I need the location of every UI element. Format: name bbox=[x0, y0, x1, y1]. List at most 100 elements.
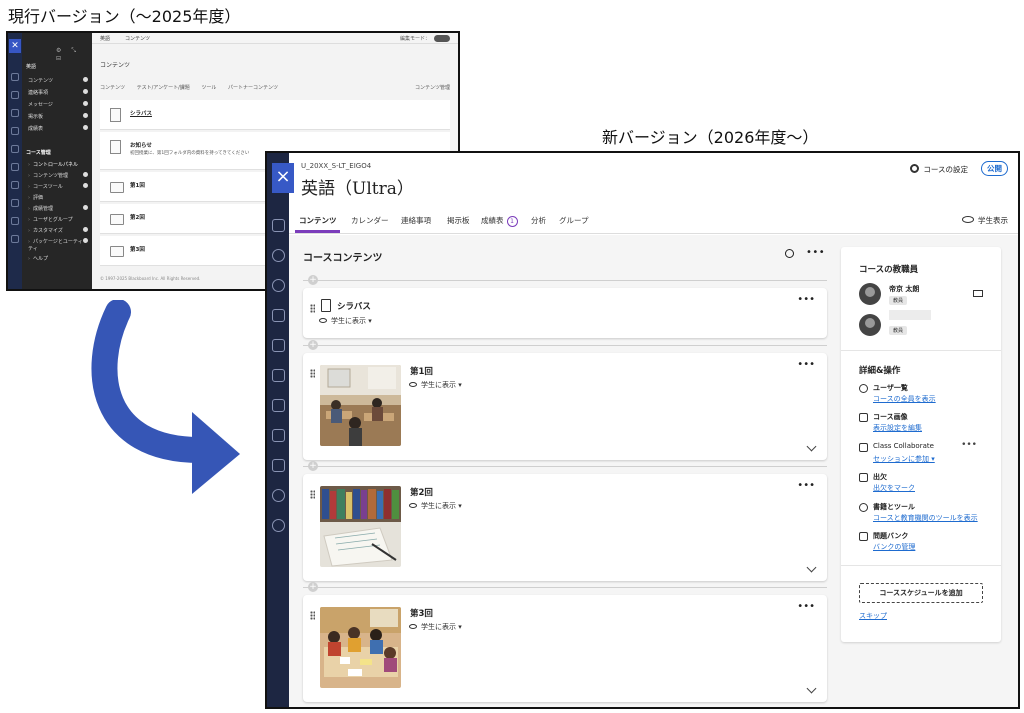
tab-discussions[interactable]: 掲示板 bbox=[447, 215, 470, 226]
content-item-week1[interactable]: 第1回 学生に表示 ▾ ••• bbox=[303, 353, 827, 460]
add-course-schedule-button[interactable]: コーススケジュールを追加 bbox=[859, 583, 983, 603]
drag-handle-icon[interactable] bbox=[310, 369, 315, 378]
old-admin-item[interactable]: › ヘルプ bbox=[28, 255, 90, 262]
tab-analytics[interactable]: 分析 bbox=[531, 215, 546, 226]
add-content-divider[interactable]: + bbox=[303, 582, 827, 592]
old-menu-item[interactable]: メッセージ bbox=[28, 101, 90, 108]
logout-icon[interactable] bbox=[11, 235, 19, 243]
avatar[interactable] bbox=[859, 283, 881, 305]
visibility-dropdown[interactable]: 学生に表示 ▾ bbox=[409, 622, 462, 632]
logout-icon[interactable] bbox=[272, 519, 285, 532]
add-content-divider[interactable]: + bbox=[303, 275, 827, 285]
groups-icon[interactable] bbox=[272, 339, 285, 352]
visibility-dropdown[interactable]: 学生に表示 ▾ bbox=[319, 316, 372, 326]
old-breadcrumb-course[interactable]: 英語 bbox=[100, 35, 110, 42]
chevron-down-icon[interactable] bbox=[806, 683, 817, 694]
globe-icon[interactable] bbox=[11, 109, 19, 117]
old-edit-mode-toggle[interactable] bbox=[434, 35, 450, 42]
tab-calendar[interactable]: カレンダー bbox=[351, 215, 389, 226]
profile-icon[interactable] bbox=[11, 91, 19, 99]
old-admin-item[interactable]: › 成績管理 bbox=[28, 205, 90, 212]
more-options-icon[interactable]: ••• bbox=[797, 359, 815, 370]
courses-icon[interactable] bbox=[11, 127, 19, 135]
plus-icon[interactable]: + bbox=[308, 340, 318, 350]
old-admin-item[interactable]: › パッケージとユーティリティ bbox=[28, 238, 90, 252]
more-options-icon[interactable]: ••• bbox=[797, 480, 815, 491]
groups-icon[interactable] bbox=[11, 145, 19, 153]
old-admin-item[interactable]: › コンテンツ管理 bbox=[28, 172, 90, 179]
content-item-title[interactable]: 第2回 bbox=[410, 486, 433, 498]
course-settings-button[interactable]: コースの設定 bbox=[910, 164, 968, 175]
plus-icon[interactable]: + bbox=[308, 582, 318, 592]
search-icon[interactable] bbox=[785, 249, 794, 258]
mail-icon[interactable] bbox=[11, 181, 19, 189]
old-content-row[interactable]: シラバス bbox=[100, 100, 450, 130]
content-item-title[interactable]: 第1回 bbox=[410, 365, 433, 377]
institution-icon[interactable] bbox=[272, 219, 285, 232]
globe-icon[interactable] bbox=[272, 279, 285, 292]
old-action-manage[interactable]: コンテンツ管理 bbox=[415, 84, 450, 91]
old-action-content[interactable]: コンテンツ bbox=[100, 85, 125, 91]
content-item-title[interactable]: 第3回 bbox=[410, 607, 433, 619]
plus-icon[interactable]: + bbox=[308, 275, 318, 285]
faculty-name[interactable]: 帝京 太朗 bbox=[889, 284, 919, 294]
tab-groups[interactable]: グループ bbox=[559, 215, 589, 226]
content-item-syllabus[interactable]: シラバス 学生に表示 ▾ ••• bbox=[303, 288, 827, 338]
grades-icon[interactable] bbox=[11, 199, 19, 207]
old-admin-item[interactable]: › コントロールパネル bbox=[28, 161, 90, 168]
visibility-dropdown[interactable]: 学生に表示 ▾ bbox=[409, 501, 462, 511]
chevron-down-icon[interactable] bbox=[806, 441, 817, 452]
content-item-week2[interactable]: 第2回 学生に表示 ▾ ••• bbox=[303, 474, 827, 581]
old-breadcrumb-content[interactable]: コンテンツ bbox=[125, 35, 150, 42]
courses-icon[interactable] bbox=[272, 309, 285, 322]
add-content-divider[interactable]: + bbox=[303, 461, 827, 471]
old-menu-item[interactable]: 掲示板 bbox=[28, 113, 90, 120]
more-options-icon[interactable]: ••• bbox=[797, 601, 815, 612]
view-tools-link[interactable]: コースと教育機関のツールを表示 bbox=[873, 513, 978, 523]
close-icon[interactable]: ✕ bbox=[9, 39, 21, 53]
tools-icon[interactable] bbox=[272, 459, 285, 472]
tab-gradebook[interactable]: 成績表 1 bbox=[481, 215, 518, 227]
drag-handle-icon[interactable] bbox=[310, 490, 315, 499]
chevron-down-icon[interactable] bbox=[806, 562, 817, 573]
old-action-tools[interactable]: ツール bbox=[201, 85, 216, 91]
old-admin-item[interactable]: › 評価 bbox=[28, 194, 90, 201]
tab-content[interactable]: コンテンツ bbox=[299, 215, 337, 226]
student-view-button[interactable]: 学生表示 bbox=[962, 215, 1008, 226]
user-icon[interactable] bbox=[272, 489, 285, 502]
old-admin-item[interactable]: › カスタマイズ bbox=[28, 227, 90, 234]
old-menu-section-title[interactable]: 英語 bbox=[26, 63, 36, 70]
mail-icon[interactable] bbox=[973, 290, 983, 297]
visibility-dropdown[interactable]: 学生に表示 ▾ bbox=[409, 380, 462, 390]
calendar-icon[interactable] bbox=[272, 369, 285, 382]
more-options-icon[interactable]: ••• bbox=[961, 440, 977, 450]
manage-banks-link[interactable]: バンクの管理 bbox=[873, 542, 915, 552]
profile-icon[interactable] bbox=[272, 249, 285, 262]
join-session-link[interactable]: セッションに参加 ▾ bbox=[873, 454, 935, 464]
drag-handle-icon[interactable] bbox=[310, 304, 315, 313]
old-action-partner[interactable]: パートナーコンテンツ bbox=[228, 85, 278, 91]
grades-icon[interactable] bbox=[272, 429, 285, 442]
course-status-badge[interactable]: 公開 bbox=[981, 161, 1008, 176]
old-menu-item[interactable]: 成績表 bbox=[28, 125, 90, 132]
tab-announcements[interactable]: 連絡事項 bbox=[401, 215, 431, 226]
avatar[interactable] bbox=[859, 314, 881, 336]
content-item-week3[interactable]: 第3回 学生に表示 ▾ ••• bbox=[303, 595, 827, 702]
mark-attendance-link[interactable]: 出欠をマーク bbox=[873, 483, 915, 493]
skip-link[interactable]: スキップ bbox=[859, 611, 887, 621]
old-menu-item[interactable]: コンテンツ bbox=[28, 77, 90, 84]
edit-display-settings-link[interactable]: 表示設定を編集 bbox=[873, 423, 922, 433]
institution-icon[interactable] bbox=[11, 73, 19, 81]
old-admin-item[interactable]: › ユーザとグループ bbox=[28, 216, 90, 223]
more-options-icon[interactable]: ••• bbox=[806, 247, 825, 258]
content-item-title[interactable]: シラバス bbox=[337, 300, 371, 312]
close-course-icon[interactable]: × bbox=[272, 163, 294, 193]
old-menu-item[interactable]: 連絡事項 bbox=[28, 89, 90, 96]
add-content-divider[interactable]: + bbox=[303, 340, 827, 350]
calendar-icon[interactable] bbox=[11, 163, 19, 171]
tools-icon[interactable] bbox=[11, 217, 19, 225]
old-action-assessment[interactable]: テスト/アンケート/課題 bbox=[137, 85, 190, 91]
view-all-members-link[interactable]: コースの全員を表示 bbox=[873, 394, 936, 404]
mail-icon[interactable] bbox=[272, 399, 285, 412]
drag-handle-icon[interactable] bbox=[310, 611, 315, 620]
